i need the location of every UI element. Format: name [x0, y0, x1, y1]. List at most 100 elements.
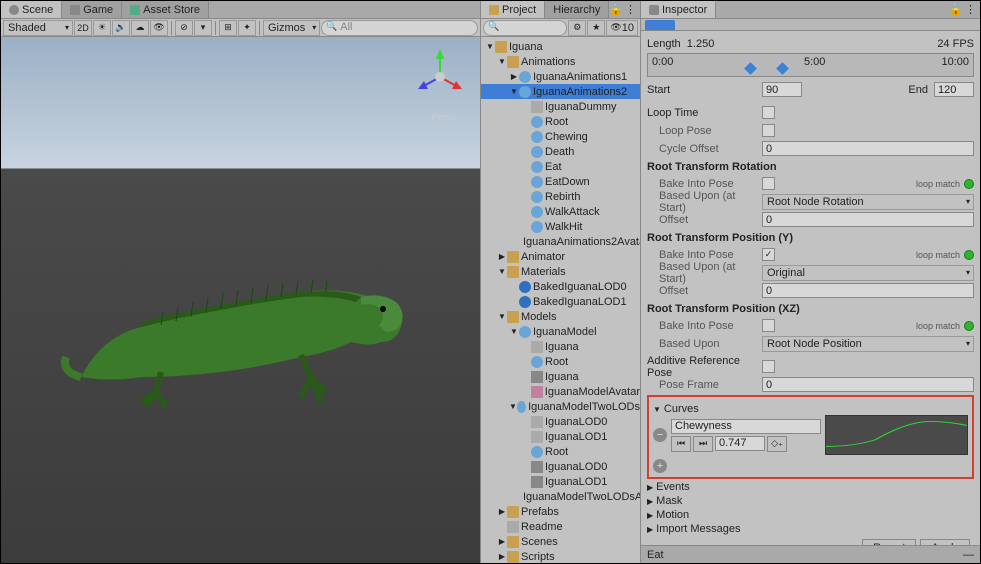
rtxz-bake-checkbox[interactable]: [762, 319, 775, 332]
tree-item[interactable]: Eat: [481, 159, 640, 174]
tree-item[interactable]: IguanaLOD0: [481, 459, 640, 474]
cycle-offset-label: Cycle Offset: [647, 143, 762, 155]
tree-item[interactable]: IguanaLOD0: [481, 414, 640, 429]
camera-icon[interactable]: ▾: [194, 20, 212, 36]
preview-bar[interactable]: Eat —: [641, 545, 980, 563]
tree-item[interactable]: Iguana: [481, 369, 640, 384]
lock-icon[interactable]: 🔒: [609, 3, 623, 16]
tab-asset-store[interactable]: Asset Store: [122, 1, 209, 18]
tree-item[interactable]: IguanaModelAvatar: [481, 384, 640, 399]
import-messages-foldout[interactable]: Import Messages: [647, 523, 974, 535]
tree-item[interactable]: ▼IguanaAnimations2: [481, 84, 640, 99]
loop-time-checkbox[interactable]: [762, 106, 775, 119]
mask-foldout[interactable]: Mask: [647, 495, 974, 507]
visibility-count[interactable]: 👁10: [606, 20, 638, 36]
filter-icon[interactable]: ⚙: [568, 20, 586, 36]
tab-project[interactable]: Project: [481, 1, 545, 18]
tree-item[interactable]: BakedIguanaLOD1: [481, 294, 640, 309]
tree-item[interactable]: Rebirth: [481, 189, 640, 204]
tree-item[interactable]: Iguana: [481, 339, 640, 354]
rtr-offset-input[interactable]: [762, 212, 974, 227]
events-foldout[interactable]: Events: [647, 481, 974, 493]
tree-item[interactable]: ▶Scenes: [481, 534, 640, 549]
tree-item[interactable]: IguanaLOD1: [481, 429, 640, 444]
dock-icon[interactable]: ⋮: [965, 3, 976, 16]
rty-based-dropdown[interactable]: Original: [762, 265, 974, 281]
gizmo-toggle-icon[interactable]: ⊘: [175, 20, 193, 36]
tree-item[interactable]: Chewing: [481, 129, 640, 144]
scene-search[interactable]: All: [321, 20, 478, 36]
tree-item[interactable]: ▶IguanaAnimations1: [481, 69, 640, 84]
gizmos-dropdown[interactable]: Gizmos: [263, 20, 320, 36]
tree-item[interactable]: WalkAttack: [481, 204, 640, 219]
tree-item[interactable]: IguanaModelTwoLODsAvatar: [481, 489, 640, 504]
tree-item[interactable]: IguanaAnimations2Avatar: [481, 234, 640, 249]
grid-icon[interactable]: ⊞: [219, 20, 237, 36]
lighting-icon[interactable]: ☀: [93, 20, 111, 36]
rtxz-header: Root Transform Position (XZ): [647, 303, 974, 315]
audio-icon[interactable]: 🔊: [112, 20, 130, 36]
motion-foldout[interactable]: Motion: [647, 509, 974, 521]
tree-item[interactable]: ▶Scripts: [481, 549, 640, 563]
tab-scene[interactable]: Scene: [1, 1, 62, 18]
tool-icon[interactable]: ✦: [238, 20, 256, 36]
additive-checkbox[interactable]: [762, 360, 775, 373]
tree-item[interactable]: ▼Animations: [481, 54, 640, 69]
tree-item[interactable]: Root: [481, 444, 640, 459]
tree-item[interactable]: ▶Animator: [481, 249, 640, 264]
tree-item[interactable]: ▼Iguana: [481, 39, 640, 54]
rtr-based-dropdown[interactable]: Root Node Rotation: [762, 194, 974, 210]
rty-offset-input[interactable]: [762, 283, 974, 298]
clip-timeline[interactable]: 0:00 5:00 10:00: [647, 53, 974, 77]
tree-item[interactable]: Root: [481, 114, 640, 129]
tab-inspector[interactable]: Inspector: [641, 1, 716, 18]
scene-viewport[interactable]: y Persp: [1, 37, 480, 563]
rtxz-based-dropdown[interactable]: Root Node Position: [762, 336, 974, 352]
tab-hierarchy[interactable]: Hierarchy: [545, 1, 609, 18]
remove-curve-button[interactable]: −: [653, 428, 667, 442]
fx-icon[interactable]: ☁: [131, 20, 149, 36]
tree-item[interactable]: ▶Prefabs: [481, 504, 640, 519]
tree-item[interactable]: BakedIguanaLOD0: [481, 279, 640, 294]
lock-icon[interactable]: 🔒: [949, 3, 963, 16]
star-icon[interactable]: ★: [587, 20, 605, 36]
clip-thumb[interactable]: [645, 20, 675, 30]
tree-item[interactable]: EatDown: [481, 174, 640, 189]
add-key-icon[interactable]: ◇₊: [767, 436, 787, 452]
tree-item[interactable]: ▼IguanaModelTwoLODs: [481, 399, 640, 414]
curve-graph[interactable]: [825, 415, 968, 455]
orientation-gizmo[interactable]: y: [410, 47, 470, 107]
project-toolbar: ⚙ ★ 👁10: [481, 19, 640, 37]
tab-game[interactable]: Game: [62, 1, 122, 18]
tree-item[interactable]: ▼Models: [481, 309, 640, 324]
rtr-bake-checkbox[interactable]: [762, 177, 775, 190]
fps-label: 24 FPS: [937, 38, 974, 50]
project-tree[interactable]: ▼Iguana▼Animations▶IguanaAnimations1▼Igu…: [481, 37, 640, 563]
rty-bake-checkbox[interactable]: ✓: [762, 248, 775, 261]
tree-item[interactable]: IguanaLOD1: [481, 474, 640, 489]
cycle-offset-input[interactable]: [762, 141, 974, 156]
end-input[interactable]: [934, 82, 974, 97]
project-search[interactable]: [483, 20, 567, 36]
start-input[interactable]: [762, 82, 802, 97]
tree-item[interactable]: ▼Materials: [481, 264, 640, 279]
curve-name-input[interactable]: [671, 419, 821, 434]
pose-frame-input[interactable]: [762, 377, 974, 392]
dock-icon[interactable]: ⋮: [625, 3, 636, 16]
curve-value-input[interactable]: [715, 436, 765, 451]
loop-pose-checkbox[interactable]: [762, 124, 775, 137]
tree-item[interactable]: Death: [481, 144, 640, 159]
add-curve-button[interactable]: +: [653, 459, 667, 473]
rty-header: Root Transform Position (Y): [647, 232, 974, 244]
tree-item[interactable]: WalkHit: [481, 219, 640, 234]
visibility-icon[interactable]: 👁: [150, 20, 168, 36]
tree-item[interactable]: Readme: [481, 519, 640, 534]
tree-item[interactable]: ▼IguanaModel: [481, 324, 640, 339]
shading-dropdown[interactable]: Shaded: [3, 20, 73, 36]
curves-foldout[interactable]: Curves: [653, 403, 968, 415]
next-key-icon[interactable]: ⏭: [693, 436, 713, 452]
prev-key-icon[interactable]: ⏮: [671, 436, 691, 452]
mode-2d-button[interactable]: 2D: [74, 20, 92, 36]
tree-item[interactable]: IguanaDummy: [481, 99, 640, 114]
tree-item[interactable]: Root: [481, 354, 640, 369]
